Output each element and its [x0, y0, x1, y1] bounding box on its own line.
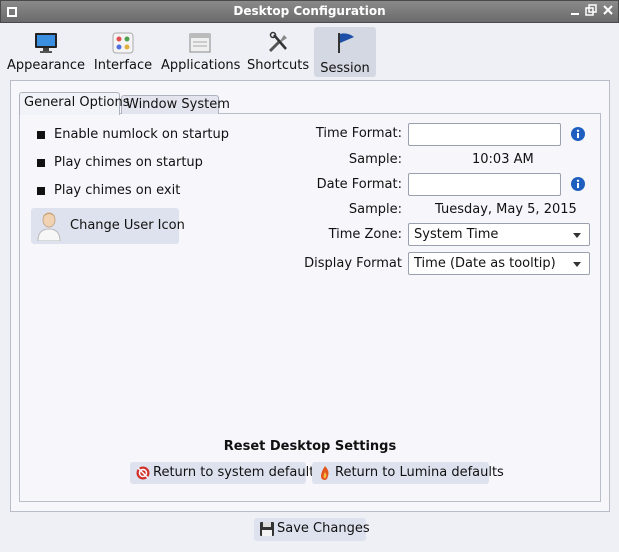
option-label: Enable numlock on startup	[54, 127, 230, 142]
save-icon	[260, 522, 274, 536]
toolbar-applications-button[interactable]: Applications	[161, 27, 241, 77]
time-format-label: Time Format:	[315, 126, 402, 141]
button-label: Change User Icon	[70, 218, 185, 233]
info-icon[interactable]	[571, 127, 585, 141]
select-value: Time (Date as tooltip)	[414, 256, 556, 271]
toolbar-label: Shortcuts	[247, 58, 310, 73]
window-icon	[189, 33, 211, 53]
checkbox[interactable]	[37, 159, 45, 167]
time-zone-label: Time Zone:	[328, 227, 402, 242]
button-label: Save Changes	[277, 521, 370, 536]
display-format-label: Display Format	[304, 256, 402, 271]
return-to-system-defaults-button[interactable]: Return to system defaults	[130, 462, 321, 484]
monitor-icon	[35, 33, 57, 53]
maximize-icon[interactable]	[583, 4, 599, 20]
button-label: Return to Lumina defaults	[335, 465, 504, 480]
time-zone-select[interactable]: System Time	[408, 223, 590, 246]
return-to-lumina-defaults-button[interactable]: Return to Lumina defaults	[312, 462, 504, 484]
date-format-label: Date Format:	[316, 177, 402, 192]
toolbar-label: Applications	[161, 58, 241, 73]
option-label: Play chimes on startup	[54, 155, 203, 170]
category-toolbar: Appearance Interface Applications Shortc…	[0, 24, 619, 78]
palette-icon	[112, 32, 134, 54]
toolbar-appearance-button[interactable]: Appearance	[6, 27, 86, 77]
title-bar[interactable]: Desktop Configuration	[0, 0, 619, 23]
info-icon[interactable]	[571, 177, 585, 191]
tools-icon	[268, 31, 287, 53]
flag-icon	[338, 33, 354, 53]
chevron-down-icon	[573, 233, 581, 238]
toolbar-label: Appearance	[6, 58, 86, 73]
reset-section-title: Reset Desktop Settings	[223, 439, 397, 454]
select-value: System Time	[414, 227, 499, 242]
lumina-flame-icon	[321, 466, 329, 480]
window-title: Desktop Configuration	[233, 4, 386, 18]
toolbar-interface-button[interactable]: Interface	[93, 27, 153, 77]
toolbar-session-button[interactable]: Session	[314, 27, 376, 77]
time-sample-label: Sample:	[348, 152, 402, 167]
user-avatar-icon	[37, 212, 61, 241]
date-format-input[interactable]	[408, 173, 561, 196]
button-label: Return to system defaults	[153, 465, 322, 480]
checkbox[interactable]	[37, 131, 45, 139]
toolbar-label: Interface	[93, 58, 153, 73]
display-format-select[interactable]: Time (Date as tooltip)	[408, 252, 590, 275]
option-label: Play chimes on exit	[54, 183, 181, 198]
tab-general-options[interactable]: General Options	[19, 92, 130, 115]
change-user-icon-button[interactable]: Change User Icon	[31, 208, 185, 244]
date-sample-label: Sample:	[348, 202, 402, 217]
save-changes-button[interactable]: Save Changes	[254, 518, 370, 541]
toolbar-label: Session	[320, 61, 370, 76]
minimize-icon[interactable]	[567, 4, 583, 20]
date-sample-value: Tuesday, May 5, 2015	[435, 202, 577, 217]
toolbar-shortcuts-button[interactable]: Shortcuts	[247, 27, 309, 77]
checkbox[interactable]	[37, 187, 45, 195]
time-sample-value: 10:03 AM	[472, 152, 534, 167]
time-format-input[interactable]	[408, 123, 561, 146]
chevron-down-icon	[573, 262, 581, 267]
close-icon[interactable]	[600, 4, 616, 20]
reset-icon	[136, 466, 150, 480]
tab-window-system[interactable]: Window System	[121, 95, 230, 114]
